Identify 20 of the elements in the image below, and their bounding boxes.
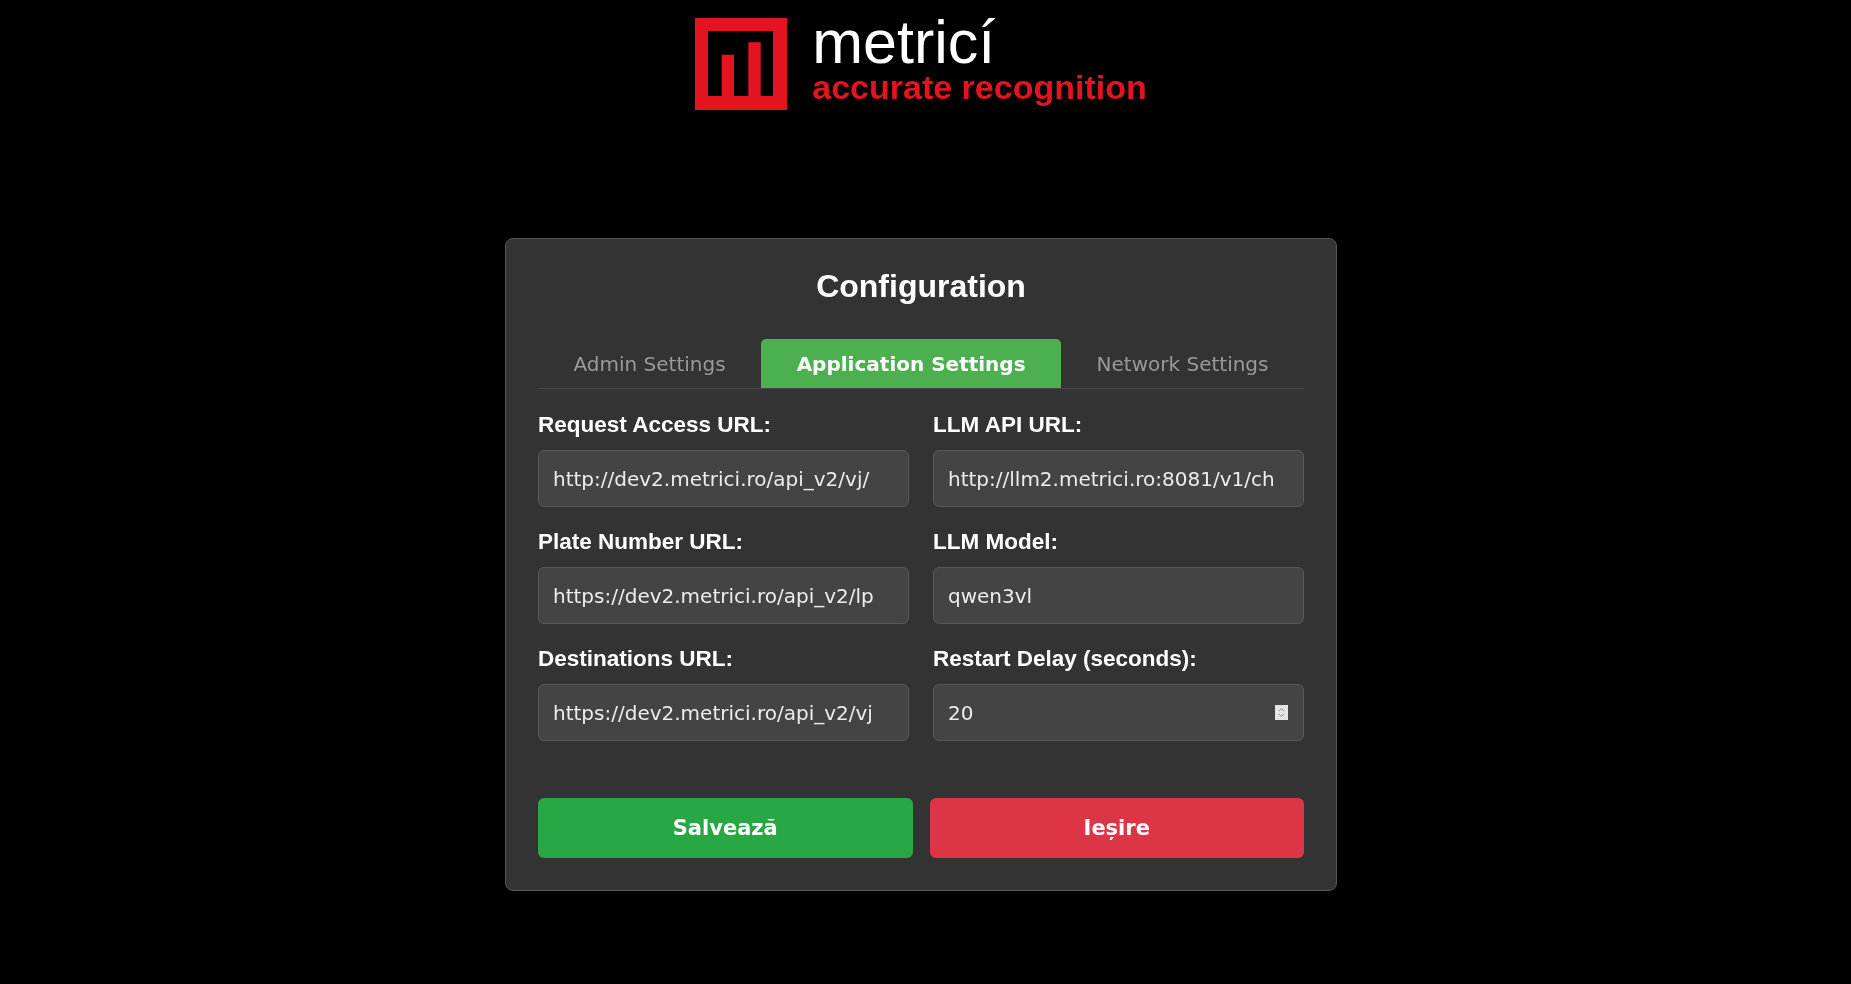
- text-field[interactable]: qwen3vl: [933, 567, 1304, 624]
- brand-name: metricí: [812, 14, 996, 70]
- field-label: LLM API URL:: [933, 412, 1083, 438]
- text-field[interactable]: https://dev2.metrici.ro/api_v2/vj: [538, 684, 909, 741]
- tab[interactable]: Admin Settings: [538, 339, 762, 388]
- text-field[interactable]: http://llm2.metrici.ro:8081/v1/ch: [933, 450, 1304, 507]
- spinner-icon[interactable]: [1275, 705, 1288, 720]
- text-field[interactable]: http://dev2.metrici.ro/api_v2/vj/: [538, 450, 909, 507]
- field-label: Destinations URL:: [538, 646, 733, 672]
- brand-tagline: accurate recognition: [812, 70, 1147, 104]
- field-label: Restart Delay (seconds):: [933, 646, 1197, 672]
- logo-icon: [695, 18, 788, 110]
- field-label: Plate Number URL:: [538, 529, 744, 555]
- field-label: LLM Model:: [933, 529, 1058, 555]
- exit-button[interactable]: Ieșire: [929, 798, 1304, 858]
- dialog-title: Configuration: [816, 267, 1026, 305]
- number-field[interactable]: 20: [933, 684, 1304, 741]
- field-label: Request Access URL:: [538, 412, 771, 438]
- tab[interactable]: Network Settings: [1061, 339, 1304, 388]
- text-field[interactable]: https://dev2.metrici.ro/api_v2/lp: [538, 567, 909, 624]
